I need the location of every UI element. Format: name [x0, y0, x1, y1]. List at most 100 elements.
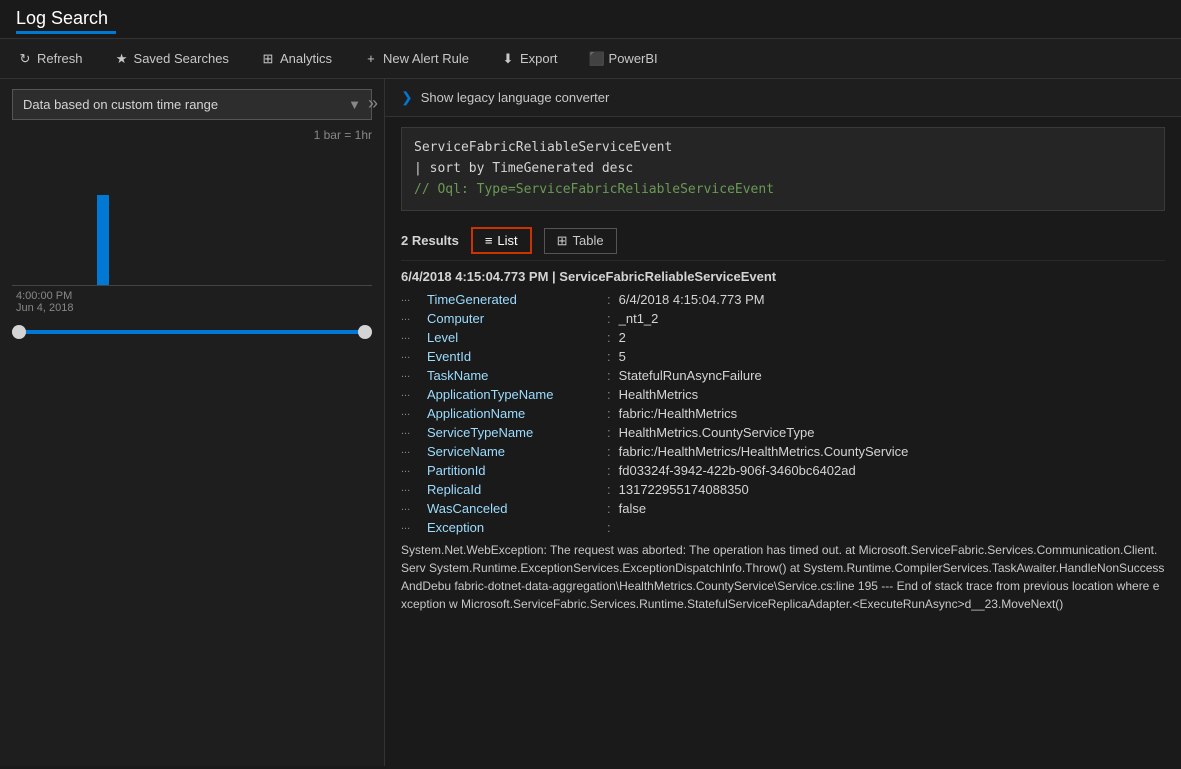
powerbi-icon: ⬛	[590, 52, 604, 66]
export-label: Export	[520, 51, 558, 66]
query-box[interactable]: ServiceFabricReliableServiceEvent | sort…	[401, 127, 1165, 211]
field-name: Exception	[427, 520, 607, 535]
field-separator: :	[607, 501, 611, 516]
fields-container: ... TimeGenerated : 6/4/2018 4:15:04.773…	[401, 290, 1165, 537]
field-separator: :	[607, 444, 611, 459]
field-expander[interactable]: ...	[401, 292, 421, 304]
result-field: ... Exception :	[401, 518, 1165, 537]
result-field: ... TimeGenerated : 6/4/2018 4:15:04.773…	[401, 290, 1165, 309]
result-field: ... TaskName : StatefulRunAsyncFailure	[401, 366, 1165, 385]
field-value: 6/4/2018 4:15:04.773 PM	[619, 292, 765, 307]
chevron-right-icon: ❯	[401, 89, 413, 106]
field-separator: :	[607, 387, 611, 402]
field-value: fd03324f-3942-422b-906f-3460bc6402ad	[619, 463, 856, 478]
result-entry: 6/4/2018 4:15:04.773 PM | ServiceFabricR…	[401, 260, 1165, 613]
field-expander[interactable]: ...	[401, 330, 421, 342]
chart-bar	[97, 195, 109, 285]
analytics-button[interactable]: ⊞ Analytics	[255, 47, 338, 70]
page-title: Log Search	[16, 8, 1165, 29]
table-view-button[interactable]: ⊞ Table	[544, 228, 617, 254]
field-expander[interactable]: ...	[401, 520, 421, 532]
powerbi-button[interactable]: ⬛ PowerBI	[584, 47, 664, 70]
field-expander[interactable]: ...	[401, 444, 421, 456]
collapse-panel-button[interactable]: »	[362, 89, 384, 118]
field-name: Level	[427, 330, 607, 345]
legacy-language-bar: ❯ Show legacy language converter	[385, 79, 1181, 117]
result-field: ... ApplicationTypeName : HealthMetrics	[401, 385, 1165, 404]
results-header: 2 Results ≡ List ⊞ Table	[385, 221, 1181, 260]
field-expander[interactable]: ...	[401, 425, 421, 437]
list-view-label: List	[497, 233, 517, 248]
slider-thumb-left[interactable]	[12, 325, 26, 339]
export-button[interactable]: ⬇ Export	[495, 47, 564, 70]
query-line-1: ServiceFabricReliableServiceEvent	[414, 138, 1152, 159]
field-expander[interactable]: ...	[401, 368, 421, 380]
field-name: ServiceName	[427, 444, 607, 459]
field-separator: :	[607, 463, 611, 478]
star-icon: ★	[115, 52, 129, 66]
exception-text: System.Net.WebException: The request was…	[401, 541, 1165, 613]
title-underline	[16, 31, 116, 34]
results-count: 2 Results	[401, 233, 459, 248]
chevron-down-icon: ▼	[348, 97, 361, 112]
field-separator: :	[607, 330, 611, 345]
right-panel: ❯ Show legacy language converter Service…	[385, 79, 1181, 766]
analytics-label: Analytics	[280, 51, 332, 66]
toolbar: ↻ Refresh ★ Saved Searches ⊞ Analytics +…	[0, 39, 1181, 79]
result-field: ... ReplicaId : 131722955174088350	[401, 480, 1165, 499]
saved-searches-label: Saved Searches	[134, 51, 229, 66]
field-value: HealthMetrics.CountyServiceType	[619, 425, 815, 440]
result-field: ... ApplicationName : fabric:/HealthMetr…	[401, 404, 1165, 423]
result-field: ... Level : 2	[401, 328, 1165, 347]
result-title: 6/4/2018 4:15:04.773 PM | ServiceFabricR…	[401, 269, 1165, 284]
field-value: 5	[619, 349, 626, 364]
field-name: PartitionId	[427, 463, 607, 478]
field-separator: :	[607, 482, 611, 497]
field-separator: :	[607, 425, 611, 440]
slider-thumb-right[interactable]	[358, 325, 372, 339]
field-separator: :	[607, 520, 611, 535]
time-range-dropdown[interactable]: Data based on custom time range ▼	[12, 89, 372, 120]
list-view-button[interactable]: ≡ List	[471, 227, 532, 254]
field-value: fabric:/HealthMetrics/HealthMetrics.Coun…	[619, 444, 909, 459]
field-name: ApplicationTypeName	[427, 387, 607, 402]
field-expander[interactable]: ...	[401, 311, 421, 323]
grid-icon: ⊞	[261, 52, 275, 66]
slider-track	[12, 330, 372, 334]
field-separator: :	[607, 292, 611, 307]
time-range-label: Data based on custom time range	[23, 97, 218, 112]
field-name: Computer	[427, 311, 607, 326]
field-value: 2	[619, 330, 626, 345]
field-value: StatefulRunAsyncFailure	[619, 368, 762, 383]
field-name: WasCanceled	[427, 501, 607, 516]
result-field: ... ServiceName : fabric:/HealthMetrics/…	[401, 442, 1165, 461]
refresh-icon: ↻	[18, 52, 32, 66]
field-separator: :	[607, 368, 611, 383]
download-icon: ⬇	[501, 52, 515, 66]
saved-searches-button[interactable]: ★ Saved Searches	[109, 47, 235, 70]
field-value: _nt1_2	[619, 311, 659, 326]
field-expander[interactable]: ...	[401, 501, 421, 513]
bar-scale-label: 1 bar = 1hr	[12, 128, 372, 142]
title-bar: Log Search	[0, 0, 1181, 39]
field-name: TimeGenerated	[427, 292, 607, 307]
field-expander[interactable]: ...	[401, 349, 421, 361]
field-expander[interactable]: ...	[401, 406, 421, 418]
query-line-2: | sort by TimeGenerated desc	[414, 159, 1152, 180]
range-slider	[12, 330, 372, 334]
field-expander[interactable]: ...	[401, 482, 421, 494]
field-name: ApplicationName	[427, 406, 607, 421]
field-separator: :	[607, 406, 611, 421]
field-expander[interactable]: ...	[401, 387, 421, 399]
query-line-3: // Oql: Type=ServiceFabricReliableServic…	[414, 180, 1152, 201]
result-field: ... PartitionId : fd03324f-3942-422b-906…	[401, 461, 1165, 480]
field-value: HealthMetrics	[619, 387, 698, 402]
list-icon: ≡	[485, 233, 493, 248]
field-separator: :	[607, 349, 611, 364]
refresh-button[interactable]: ↻ Refresh	[12, 47, 89, 70]
field-expander[interactable]: ...	[401, 463, 421, 475]
result-field: ... ServiceTypeName : HealthMetrics.Coun…	[401, 423, 1165, 442]
field-name: TaskName	[427, 368, 607, 383]
new-alert-button[interactable]: + New Alert Rule	[358, 47, 475, 70]
chart-container	[12, 146, 372, 286]
